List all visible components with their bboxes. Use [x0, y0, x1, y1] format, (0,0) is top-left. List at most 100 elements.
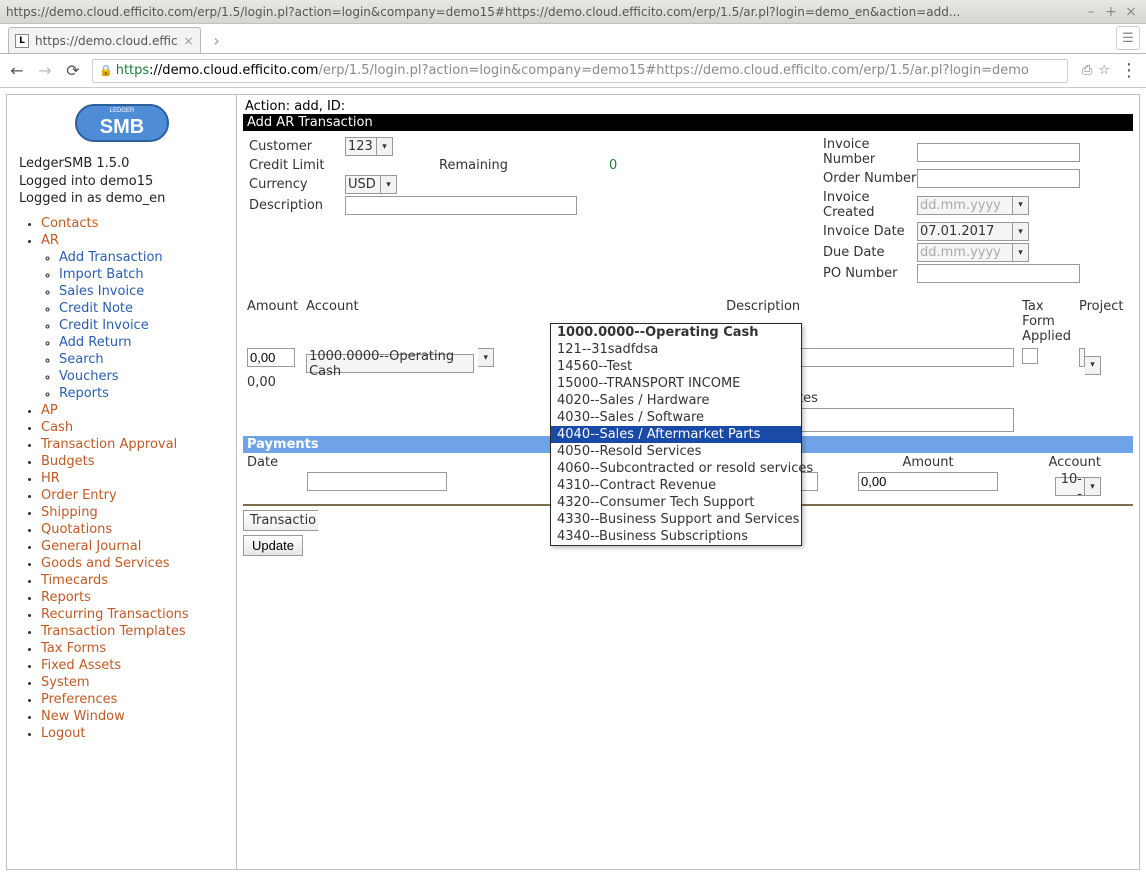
- payment-account-select-button[interactable]: [1085, 477, 1101, 496]
- invoice-created-input[interactable]: dd.mm.yyyy: [917, 196, 1013, 215]
- po-number-input[interactable]: [917, 264, 1080, 283]
- subnav-link[interactable]: Credit Invoice: [59, 318, 149, 333]
- payment-source-input[interactable]: [307, 472, 447, 491]
- subnav-item[interactable]: Reports: [59, 386, 232, 401]
- subnav-link[interactable]: Add Transaction: [59, 250, 163, 265]
- nav-item[interactable]: New Window: [41, 709, 232, 724]
- nav-link[interactable]: Recurring Transactions: [41, 607, 189, 622]
- subnav-item[interactable]: Import Batch: [59, 267, 232, 282]
- nav-item[interactable]: System: [41, 675, 232, 690]
- subnav-link[interactable]: Credit Note: [59, 301, 133, 316]
- nav-item[interactable]: General Journal: [41, 539, 232, 554]
- subnav-item[interactable]: Add Return: [59, 335, 232, 350]
- payment-account-select[interactable]: 10--: [1055, 477, 1085, 496]
- address-bar[interactable]: 🔒 https ://demo.cloud.efficito.com /erp/…: [92, 59, 1068, 83]
- browser-tab[interactable]: L https://demo.cloud.effic ×: [8, 27, 201, 53]
- due-date-picker-button[interactable]: [1013, 243, 1029, 262]
- nav-item[interactable]: Logout: [41, 726, 232, 741]
- nav-item[interactable]: Recurring Transactions: [41, 607, 232, 622]
- dropdown-option[interactable]: 14560--Test: [551, 358, 801, 375]
- nav-link[interactable]: Tax Forms: [41, 641, 106, 656]
- subnav-item[interactable]: Vouchers: [59, 369, 232, 384]
- nav-item[interactable]: Reports: [41, 590, 232, 605]
- nav-link[interactable]: AR: [41, 233, 59, 248]
- nav-link[interactable]: Reports: [41, 590, 91, 605]
- nav-link[interactable]: Timecards: [41, 573, 108, 588]
- invoice-date-input[interactable]: 07.01.2017: [917, 222, 1013, 241]
- nav-link[interactable]: General Journal: [41, 539, 141, 554]
- nav-item[interactable]: AP: [41, 403, 232, 418]
- customer-select-button[interactable]: [377, 137, 393, 156]
- dropdown-option[interactable]: 121--31sadfdsa: [551, 341, 801, 358]
- nav-item[interactable]: Transaction Templates: [41, 624, 232, 639]
- nav-link[interactable]: Quotations: [41, 522, 112, 537]
- subnav-item[interactable]: Add Transaction: [59, 250, 232, 265]
- nav-link[interactable]: Transaction Approval: [41, 437, 177, 452]
- due-date-input[interactable]: dd.mm.yyyy: [917, 243, 1013, 262]
- bookmark-star-icon[interactable]: ☆: [1098, 63, 1110, 78]
- dropdown-option[interactable]: 4020--Sales / Hardware: [551, 392, 801, 409]
- currency-select-button[interactable]: [381, 175, 397, 194]
- nav-link[interactable]: AP: [41, 403, 58, 418]
- nav-link[interactable]: Preferences: [41, 692, 117, 707]
- dropdown-option[interactable]: 4060--Subcontracted or resold services: [551, 460, 801, 477]
- window-close-button[interactable]: ×: [1122, 4, 1140, 20]
- browser-menu-button[interactable]: ⋮: [1120, 60, 1138, 81]
- dropdown-option[interactable]: 4320--Consumer Tech Support: [551, 494, 801, 511]
- nav-link[interactable]: HR: [41, 471, 60, 486]
- nav-item[interactable]: Tax Forms: [41, 641, 232, 656]
- subnav-link[interactable]: Add Return: [59, 335, 131, 350]
- dropdown-option[interactable]: 4330--Business Support and Services: [551, 511, 801, 528]
- nav-item[interactable]: Timecards: [41, 573, 232, 588]
- project-select-button[interactable]: [1085, 356, 1101, 375]
- subnav-item[interactable]: Search: [59, 352, 232, 367]
- nav-item[interactable]: Shipping: [41, 505, 232, 520]
- nav-link[interactable]: Budgets: [41, 454, 95, 469]
- nav-item[interactable]: Contacts: [41, 216, 232, 231]
- nav-link[interactable]: Goods and Services: [41, 556, 170, 571]
- order-number-input[interactable]: [917, 169, 1080, 188]
- nav-item[interactable]: ARAdd Transaction Import Batch Sales Invoi…: [41, 233, 232, 401]
- reload-button[interactable]: ⟳: [64, 61, 82, 80]
- subnav-item[interactable]: Credit Note: [59, 301, 232, 316]
- nav-link[interactable]: Order Entry: [41, 488, 117, 503]
- dropdown-option[interactable]: 15000--TRANSPORT INCOME: [551, 375, 801, 392]
- nav-item[interactable]: Budgets: [41, 454, 232, 469]
- nav-link[interactable]: Transaction Templates: [41, 624, 186, 639]
- dropdown-option[interactable]: 4040--Sales / Aftermarket Parts: [551, 426, 801, 443]
- new-tab-button[interactable]: ›: [207, 31, 227, 49]
- back-button[interactable]: ←: [8, 61, 26, 80]
- nav-item[interactable]: Preferences: [41, 692, 232, 707]
- currency-select[interactable]: USD: [345, 175, 381, 194]
- dropdown-option[interactable]: 4030--Sales / Software: [551, 409, 801, 426]
- nav-link[interactable]: Logout: [41, 726, 86, 741]
- invoice-date-picker-button[interactable]: [1013, 222, 1029, 241]
- subnav-item[interactable]: Credit Invoice: [59, 318, 232, 333]
- nav-link[interactable]: Shipping: [41, 505, 98, 520]
- subnav-link[interactable]: Import Batch: [59, 267, 144, 282]
- tab-close-icon[interactable]: ×: [178, 34, 194, 48]
- dropdown-option[interactable]: 4050--Resold Services: [551, 443, 801, 460]
- nav-item[interactable]: Transaction Approval: [41, 437, 232, 452]
- nav-item[interactable]: Order Entry: [41, 488, 232, 503]
- nav-link[interactable]: Fixed Assets: [41, 658, 121, 673]
- window-maximize-button[interactable]: +: [1102, 4, 1120, 20]
- dropdown-option[interactable]: 1000.0000--Operating Cash: [551, 324, 801, 341]
- dropdown-option[interactable]: 4310--Contract Revenue: [551, 477, 801, 494]
- nav-link[interactable]: Cash: [41, 420, 73, 435]
- account-dropdown-list[interactable]: 1000.0000--Operating Cash121--31sadfdsa1…: [550, 323, 802, 546]
- line-amount-input[interactable]: [247, 348, 295, 367]
- nav-item[interactable]: Quotations: [41, 522, 232, 537]
- nav-link[interactable]: New Window: [41, 709, 125, 724]
- description-input[interactable]: [345, 196, 577, 215]
- customer-select[interactable]: 123: [345, 137, 377, 156]
- browser-profile-button[interactable]: ☰: [1116, 26, 1140, 50]
- nav-link[interactable]: Contacts: [41, 216, 98, 231]
- subnav-link[interactable]: Sales Invoice: [59, 284, 144, 299]
- nav-item[interactable]: Goods and Services: [41, 556, 232, 571]
- nav-item[interactable]: Fixed Assets: [41, 658, 232, 673]
- dropdown-option[interactable]: 4340--Business Subscriptions: [551, 528, 801, 545]
- subnav-link[interactable]: Vouchers: [59, 369, 119, 384]
- nav-item[interactable]: Cash: [41, 420, 232, 435]
- payment-amount-input[interactable]: [858, 472, 998, 491]
